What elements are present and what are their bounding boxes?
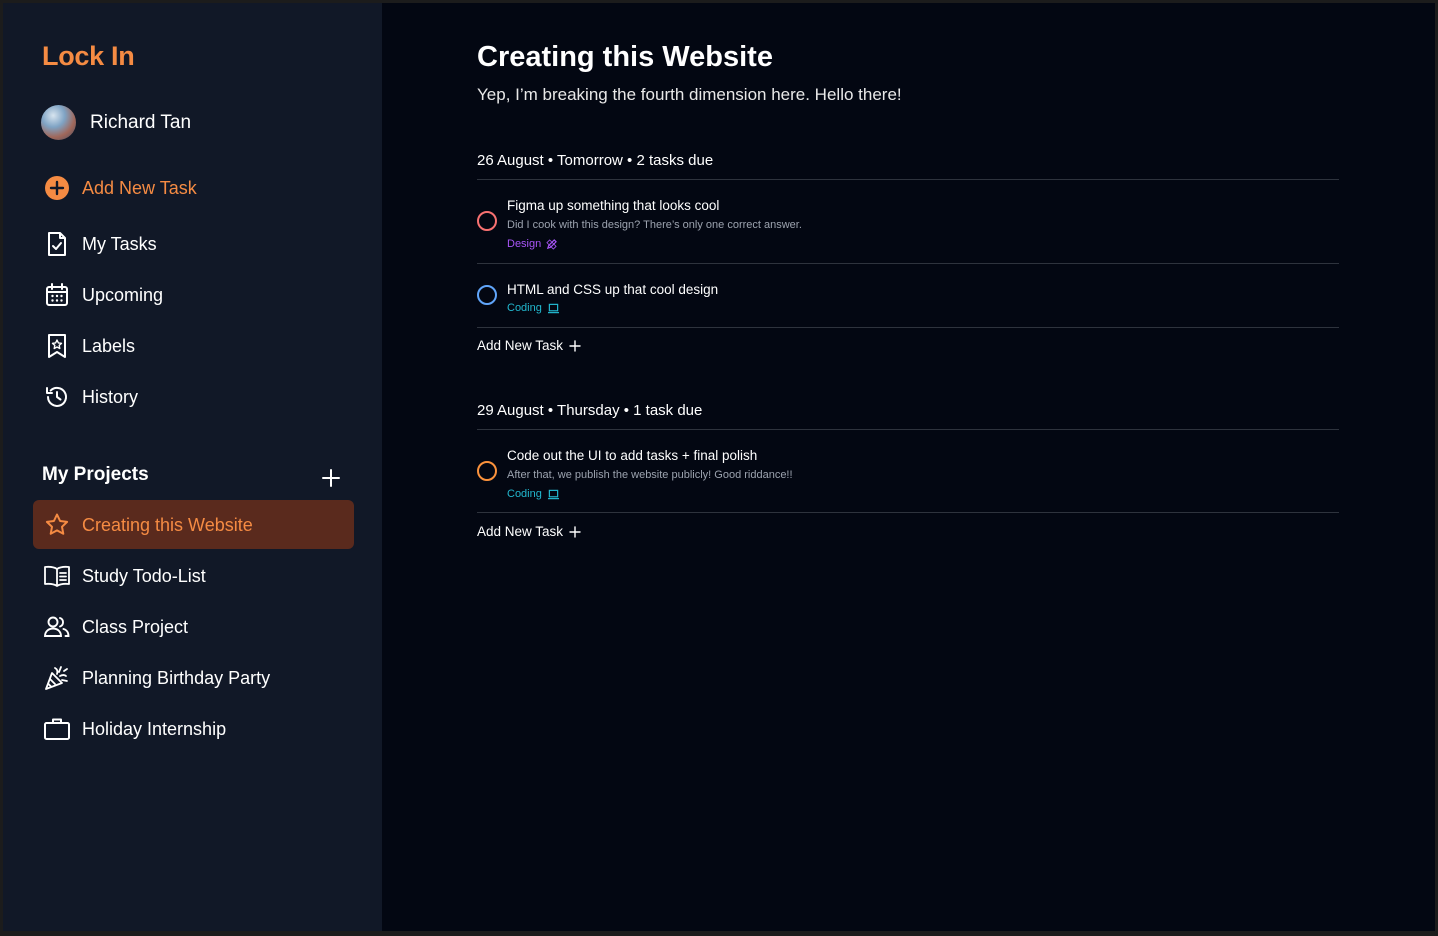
project-label: Creating this Website bbox=[82, 514, 253, 535]
sidebar-item-label: My Tasks bbox=[82, 233, 157, 254]
task-tag[interactable]: Coding bbox=[507, 488, 560, 500]
project-item-creating-this-website[interactable]: Creating this Website bbox=[43, 511, 253, 539]
bookmark-star-icon bbox=[43, 332, 71, 360]
add-new-task-label: Add New Task bbox=[82, 177, 197, 198]
briefcase-icon bbox=[43, 715, 71, 743]
add-task-button[interactable]: Add New Task bbox=[477, 338, 581, 353]
history-icon bbox=[43, 383, 71, 411]
task-tag-label: Coding bbox=[507, 302, 542, 314]
project-label: Study Todo-List bbox=[82, 565, 206, 586]
page-title: Creating this Website bbox=[477, 41, 773, 73]
divider bbox=[477, 512, 1339, 513]
task-checkbox[interactable] bbox=[477, 461, 497, 481]
sidebar-item-label: Upcoming bbox=[82, 284, 164, 305]
add-task-button[interactable]: Add New Task bbox=[477, 524, 581, 539]
task-tag-label: Design bbox=[507, 238, 542, 250]
projects-heading: My Projects bbox=[42, 464, 149, 485]
plus-icon bbox=[569, 339, 581, 352]
project-label: Class Project bbox=[82, 616, 189, 637]
plus-icon bbox=[322, 469, 340, 487]
party-popper-icon bbox=[43, 664, 71, 692]
project-label: Holiday Internship bbox=[82, 718, 227, 739]
sidebar-item-history[interactable]: History bbox=[43, 383, 138, 411]
divider bbox=[477, 327, 1339, 328]
task-checkbox[interactable] bbox=[477, 211, 497, 231]
app-window: Lock In Richard Tan Add New Task My Task… bbox=[3, 3, 1435, 931]
sidebar-item-label: Labels bbox=[82, 335, 136, 356]
add-new-task-button[interactable]: Add New Task bbox=[43, 174, 197, 202]
app-logo: Lock In bbox=[42, 41, 135, 71]
task-document-icon bbox=[43, 230, 71, 258]
book-open-icon bbox=[43, 562, 71, 590]
task-title: Figma up something that looks cool bbox=[507, 198, 720, 213]
project-label: Planning Birthday Party bbox=[82, 667, 271, 688]
task-tag[interactable]: Design bbox=[507, 238, 558, 250]
laptop-icon bbox=[547, 489, 559, 499]
task-tag[interactable]: Coding bbox=[507, 302, 560, 314]
calendar-icon bbox=[43, 281, 71, 309]
avatar bbox=[41, 105, 76, 140]
task-description: After that, we publish the website publi… bbox=[507, 469, 793, 481]
task-title: HTML and CSS up that cool design bbox=[507, 282, 719, 297]
star-icon bbox=[43, 511, 71, 539]
sidebar-item-label: History bbox=[82, 386, 139, 407]
sidebar-item-my-tasks[interactable]: My Tasks bbox=[43, 230, 157, 258]
sidebar: Lock In Richard Tan Add New Task My Task… bbox=[3, 3, 382, 931]
task-checkbox[interactable] bbox=[477, 285, 497, 305]
laptop-icon bbox=[547, 303, 559, 313]
task-title: Code out the UI to add tasks + final pol… bbox=[507, 448, 758, 463]
task-item[interactable]: HTML and CSS up that cool design Coding bbox=[477, 263, 1339, 327]
task-description: Did I cook with this design? There’s onl… bbox=[507, 219, 802, 231]
day-group-heading: 29 August • Thursday • 1 task due bbox=[477, 402, 703, 419]
plus-circle-icon bbox=[43, 174, 71, 202]
plus-icon bbox=[569, 525, 581, 538]
add-task-label: Add New Task bbox=[477, 338, 564, 353]
user-name: Richard Tan bbox=[90, 111, 192, 133]
project-item-study-todo-list[interactable]: Study Todo-List bbox=[43, 562, 206, 590]
main-content: Creating this Website Yep, I’m breaking … bbox=[382, 3, 1435, 931]
pen-ruler-icon bbox=[546, 238, 558, 250]
day-group-heading: 26 August • Tomorrow • 2 tasks due bbox=[477, 152, 714, 169]
sidebar-item-labels[interactable]: Labels bbox=[43, 332, 135, 360]
project-item-holiday-internship[interactable]: Holiday Internship bbox=[43, 715, 226, 743]
task-tag-label: Coding bbox=[507, 488, 542, 500]
page-subtitle: Yep, I’m breaking the fourth dimension h… bbox=[477, 85, 902, 104]
task-item[interactable]: Figma up something that looks cool Did I… bbox=[477, 179, 1339, 263]
add-project-button[interactable] bbox=[319, 466, 343, 490]
sidebar-item-upcoming[interactable]: Upcoming bbox=[43, 281, 163, 309]
user-profile[interactable]: Richard Tan bbox=[41, 105, 191, 140]
project-item-class-project[interactable]: Class Project bbox=[43, 613, 188, 641]
add-task-label: Add New Task bbox=[477, 524, 564, 539]
users-icon bbox=[43, 613, 71, 641]
task-item[interactable]: Code out the UI to add tasks + final pol… bbox=[477, 429, 1339, 512]
project-item-planning-birthday-party[interactable]: Planning Birthday Party bbox=[43, 664, 270, 692]
